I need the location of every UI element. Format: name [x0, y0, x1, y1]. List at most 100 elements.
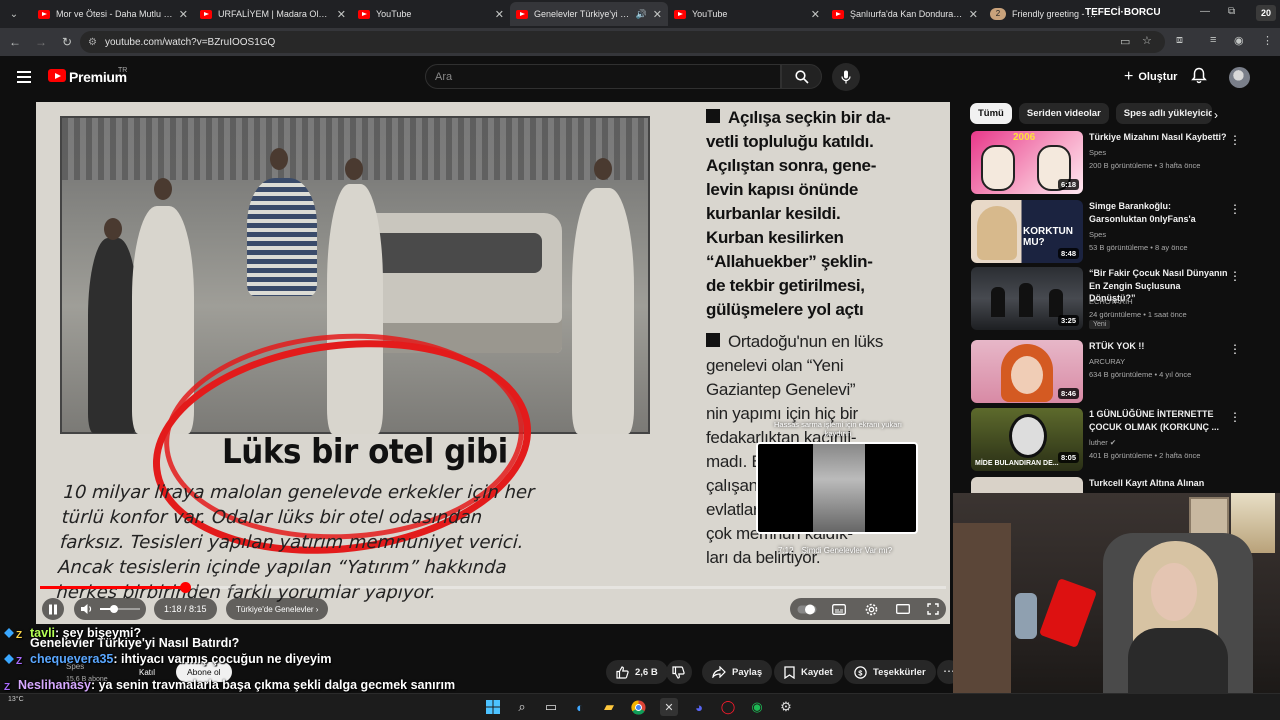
screen: ⌄ Mor ve Ötesi - Daha Mutlu Ola ✕ URFALİ… — [0, 0, 1280, 720]
fullscreen-button[interactable] — [922, 598, 944, 620]
video-thumbnail[interactable]: 2006 6:18 — [971, 131, 1083, 194]
browser-tab-active[interactable]: Genelevler Türkiye'yi Nasıl ... 🔊 ✕ — [510, 2, 668, 26]
video-thumbnail[interactable]: MİDE BULANDIRAN DE... 8:05 — [971, 408, 1083, 471]
chrome-icon[interactable] — [629, 698, 647, 716]
maximize-icon[interactable]: ⧉ — [1228, 6, 1235, 17]
volume-knob[interactable] — [110, 605, 118, 613]
share-button[interactable]: Paylaş — [702, 660, 773, 684]
account-avatar[interactable] — [1229, 67, 1250, 88]
close-icon[interactable]: ✕ — [179, 8, 188, 21]
recommendation-title[interactable]: Simge Barankoğlu: Garsonluktan 0nlyFans'… — [1089, 200, 1229, 225]
spotify-icon[interactable]: ◉ — [748, 698, 766, 716]
browser-tab[interactable]: YouTube ✕ — [352, 2, 510, 26]
recommendation-channel[interactable]: ECHOTARİH — [1089, 297, 1133, 306]
recommendation-item[interactable]: 3:25 “Bir Fakir Çocuk Nasıl Dünyanın En … — [971, 267, 1271, 331]
more-options-icon[interactable]: ⋮ — [1229, 342, 1241, 356]
bookmark-star-icon[interactable]: ☆ — [1142, 34, 1152, 47]
extensions-icon[interactable]: ⧈ — [1176, 34, 1183, 47]
opera-icon[interactable]: ◯ — [719, 698, 737, 716]
volume-slider[interactable] — [100, 605, 140, 613]
more-options-icon[interactable]: ⋮ — [1229, 410, 1241, 424]
close-icon[interactable]: ✕ — [811, 8, 820, 21]
chip-series[interactable]: Seriden videolar — [1018, 103, 1109, 124]
progress-bar[interactable] — [40, 582, 946, 593]
more-options-icon[interactable]: ⋮ — [1229, 202, 1241, 216]
minimize-icon[interactable]: — — [1200, 6, 1210, 17]
recommendation-channel[interactable]: Spes — [1089, 148, 1106, 157]
reload-icon[interactable]: ↻ — [56, 35, 78, 49]
browser-tab[interactable]: URFALİYEM | Madara Olduk #6 ✕ — [194, 2, 352, 26]
thanks-button[interactable]: $ Teşekkürler — [844, 660, 936, 684]
browser-tab[interactable]: Mor ve Ötesi - Daha Mutlu Ola ✕ — [32, 2, 194, 26]
chip-all[interactable]: Tümü — [970, 103, 1012, 124]
video-thumbnail[interactable]: KORKTUN MU? 8:48 — [971, 200, 1083, 263]
search-icon[interactable]: ⌕ — [513, 698, 531, 716]
like-button[interactable]: 2,6 B — [606, 660, 668, 684]
autoplay-toggle[interactable] — [796, 598, 818, 620]
forward-icon[interactable]: → — [30, 35, 52, 49]
back-icon[interactable]: ← — [4, 35, 26, 49]
search-button[interactable] — [781, 64, 822, 89]
close-icon[interactable]: ✕ — [337, 8, 346, 21]
video-thumbnail[interactable]: 8:46 — [971, 340, 1083, 403]
recommendation-item[interactable]: 2006 6:18 Türkiye Mizahını Nasıl Kaybett… — [971, 131, 1271, 195]
youtube-logo-icon[interactable] — [48, 69, 66, 82]
pause-button[interactable] — [42, 598, 64, 620]
recommendation-channel[interactable]: ARCURAY — [1089, 357, 1125, 366]
like-count: 2,6 B — [635, 666, 658, 678]
tab-search-icon[interactable]: ⌄ — [2, 3, 26, 25]
video-thumbnail[interactable]: 3:25 — [971, 267, 1083, 330]
settings-button[interactable] — [860, 598, 882, 620]
recommendation-item[interactable]: MİDE BULANDIRAN DE... 8:05 1 GÜNLÜĞÜNE İ… — [971, 408, 1271, 472]
close-icon[interactable]: ✕ — [653, 8, 662, 21]
task-view-icon[interactable]: ▭ — [542, 698, 560, 716]
recommendation-item[interactable]: 8:46 RTÜK YOK !! ARCURAY 634 B görüntüle… — [971, 340, 1271, 404]
voice-search-button[interactable] — [832, 63, 860, 91]
chip-uploader[interactable]: Spes adlı yükleyiciden — [1115, 103, 1212, 124]
more-options-icon[interactable]: ⋮ — [1229, 269, 1241, 283]
cast-icon[interactable]: ▭ — [1120, 35, 1130, 48]
close-icon[interactable]: ✕ — [969, 8, 978, 21]
notifications-button[interactable] — [1191, 67, 1211, 87]
browser-tab[interactable]: Şanlıurfa'da Kan Donduran Ol ✕ — [826, 2, 984, 26]
video-thumbnail[interactable] — [971, 477, 1083, 493]
app-icon[interactable]: ⚙ — [777, 698, 795, 716]
volume-icon[interactable] — [80, 603, 93, 615]
recommendation-channel[interactable]: Spes — [1089, 230, 1106, 239]
chevron-right-icon[interactable]: › — [1214, 108, 1218, 122]
dislike-button[interactable] — [666, 660, 692, 684]
menu-icon[interactable] — [17, 71, 31, 83]
save-button[interactable]: Kaydet — [774, 660, 843, 684]
volume-control[interactable] — [74, 598, 146, 620]
windows-start-icon[interactable] — [484, 698, 502, 716]
reading-list-icon[interactable]: ≡ — [1210, 34, 1216, 46]
recommendation-title[interactable]: Turkcell Kayıt Altına Alınan — [1089, 477, 1229, 490]
search-input[interactable] — [435, 70, 780, 83]
recommendation-item[interactable]: Turkcell Kayıt Altına Alınan — [971, 477, 1271, 493]
weather-widget[interactable]: 13°C — [8, 696, 24, 703]
discord-icon[interactable]: ◕ — [690, 698, 708, 716]
recommendation-title[interactable]: 1 GÜNLÜĞÜNE İNTERNETTE ÇOCUK OLMAK (KORK… — [1089, 408, 1229, 433]
chapter-button[interactable]: Türkiye'de Genelevler › — [226, 598, 329, 620]
theater-mode-button[interactable] — [892, 598, 914, 620]
more-menu-icon[interactable]: ⋮ — [1262, 34, 1273, 47]
next-video-preview[interactable] — [756, 442, 918, 534]
recommendation-title[interactable]: RTÜK YOK !! — [1089, 340, 1229, 353]
address-bar[interactable]: ⚙ youtube.com/watch?v=BZruIOOS1GQ — [80, 31, 1165, 53]
file-explorer-icon[interactable]: ▰ — [600, 698, 618, 716]
scrubber-handle[interactable] — [179, 582, 191, 593]
video-player[interactable]: Açılışa seçkin bir da-vetli topluluğu ka… — [36, 102, 950, 624]
close-icon[interactable]: ✕ — [495, 8, 504, 21]
edge-icon[interactable]: ◐ — [571, 698, 589, 716]
subtitles-button[interactable] — [828, 598, 850, 620]
create-button[interactable]: + Oluştur — [1114, 65, 1187, 89]
recommendation-channel[interactable]: luther ✔ — [1089, 438, 1116, 447]
profile-icon[interactable]: ◉ — [1234, 34, 1244, 47]
recommendation-item[interactable]: KORKTUN MU? 8:48 Simge Barankoğlu: Garso… — [971, 200, 1271, 264]
browser-tab[interactable]: YouTube ✕ — [668, 2, 826, 26]
x-app-icon[interactable]: ✕ — [660, 698, 678, 716]
more-options-icon[interactable]: ⋮ — [1229, 133, 1241, 147]
site-info-icon[interactable]: ⚙ — [88, 37, 97, 48]
recommendation-title[interactable]: Türkiye Mizahını Nasıl Kaybetti? — [1089, 131, 1229, 144]
speaker-icon[interactable]: 🔊 — [636, 9, 647, 20]
